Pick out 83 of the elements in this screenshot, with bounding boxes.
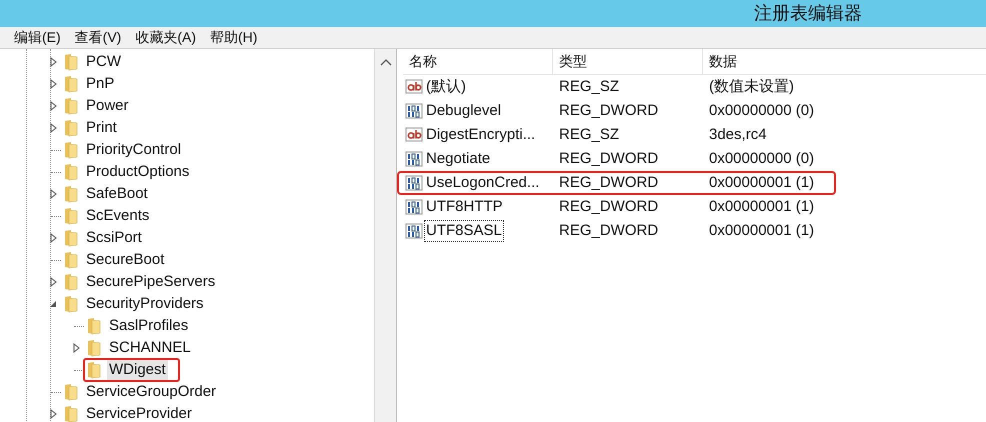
binary-value-icon <box>405 198 423 216</box>
value-data: 0x00000001 (1) <box>708 196 814 217</box>
folder-icon <box>85 339 103 357</box>
tree-item[interactable]: Print <box>84 118 119 138</box>
value-type: REG_DWORD <box>558 196 660 217</box>
folder-icon <box>62 251 80 269</box>
tree-item[interactable]: ProductOptions <box>84 162 192 182</box>
tree-item[interactable]: ScsiPort <box>84 228 144 248</box>
expand-arrow-icon[interactable] <box>50 123 56 133</box>
scroll-up-icon[interactable] <box>380 58 392 66</box>
folder-icon <box>62 273 80 291</box>
value-type: REG_DWORD <box>558 148 660 169</box>
value-data: 3des,rc4 <box>708 124 767 145</box>
tree-item[interactable]: SaslProfiles <box>107 316 190 336</box>
window-title: 注册表编辑器 <box>754 2 862 25</box>
folder-icon <box>85 361 103 379</box>
folder-icon <box>62 163 80 181</box>
value-name: UseLogonCred... <box>425 173 540 193</box>
value-name: UTF8HTTP <box>425 197 504 217</box>
string-value-icon <box>405 78 423 96</box>
folder-icon <box>62 53 80 71</box>
folder-icon <box>62 383 80 401</box>
value-data: 0x00000001 (1) <box>708 220 814 241</box>
column-header[interactable]: 名称 <box>403 49 553 74</box>
tree-item[interactable]: SecurityProviders <box>84 294 206 314</box>
tree-item[interactable]: SCHANNEL <box>107 338 193 358</box>
folder-icon <box>62 75 80 93</box>
value-data: 0x00000000 (0) <box>708 148 814 169</box>
string-value-icon <box>405 126 423 144</box>
folder-icon <box>62 405 80 422</box>
value-type: REG_SZ <box>558 76 620 97</box>
tree-item[interactable]: PnP <box>84 74 116 94</box>
folder-icon <box>62 97 80 115</box>
value-data: 0x00000001 (1) <box>708 172 814 193</box>
menu-item[interactable]: 编辑(E) <box>14 27 61 48</box>
value-data: 0x00000000 (0) <box>708 100 814 121</box>
value-name: UTF8SASL <box>424 220 504 242</box>
value-type: REG_DWORD <box>558 172 660 193</box>
tree-item[interactable]: SecurePipeServers <box>84 272 218 292</box>
menu-item[interactable]: 查看(V) <box>74 27 122 48</box>
expand-arrow-icon[interactable] <box>72 343 80 353</box>
folder-icon <box>62 141 80 159</box>
value-data: (数值未设置) <box>708 76 794 97</box>
tree-item[interactable]: ServiceGroupOrder <box>84 382 218 402</box>
expand-arrow-icon[interactable] <box>50 79 56 89</box>
expand-arrow-icon[interactable] <box>50 101 56 111</box>
tree-item[interactable]: SafeBoot <box>84 184 150 204</box>
expand-arrow-icon[interactable] <box>50 57 56 67</box>
binary-value-icon <box>405 150 423 168</box>
expand-arrow-icon[interactable] <box>50 409 56 419</box>
folder-icon <box>85 317 103 335</box>
folder-icon <box>62 119 80 137</box>
value-name: Debuglevel <box>425 101 502 121</box>
folder-icon <box>62 295 80 313</box>
value-type: REG_DWORD <box>558 100 660 121</box>
tree-item[interactable]: ServiceProvider <box>84 404 194 422</box>
value-name: (默认) <box>425 77 467 97</box>
binary-value-icon <box>405 102 423 120</box>
tree-item[interactable]: PriorityControl <box>84 140 184 160</box>
highlighted-value-row[interactable]: UseLogonCred... REG_DWORD 0x00000001 (1) <box>397 171 836 195</box>
value-name: Negotiate <box>425 149 492 169</box>
tree-item[interactable]: WDigest <box>107 360 168 380</box>
scrollbar[interactable] <box>374 49 396 422</box>
tree-item[interactable]: SecureBoot <box>84 250 166 270</box>
column-header[interactable]: 数据 <box>703 49 986 74</box>
folder-icon <box>62 207 80 225</box>
menu-item[interactable]: 帮助(H) <box>210 27 258 48</box>
value-type: REG_DWORD <box>558 220 660 241</box>
expand-arrow-icon[interactable] <box>50 233 56 243</box>
value-name: DigestEncrypti... <box>425 125 536 145</box>
tree-item[interactable]: PCW <box>84 52 123 72</box>
value-type: REG_SZ <box>558 124 620 145</box>
menu-item[interactable]: 收藏夹(A) <box>135 27 196 48</box>
folder-icon <box>62 229 80 247</box>
binary-value-icon <box>405 174 423 192</box>
expand-arrow-icon[interactable] <box>50 189 56 199</box>
folder-icon <box>62 185 80 203</box>
column-header[interactable]: 类型 <box>553 49 703 74</box>
tree-item[interactable]: Power <box>84 96 131 116</box>
expand-arrow-icon[interactable] <box>50 277 56 287</box>
tree-item[interactable]: ScEvents <box>84 206 152 226</box>
collapse-arrow-icon[interactable] <box>49 300 57 308</box>
binary-value-icon <box>405 222 423 240</box>
